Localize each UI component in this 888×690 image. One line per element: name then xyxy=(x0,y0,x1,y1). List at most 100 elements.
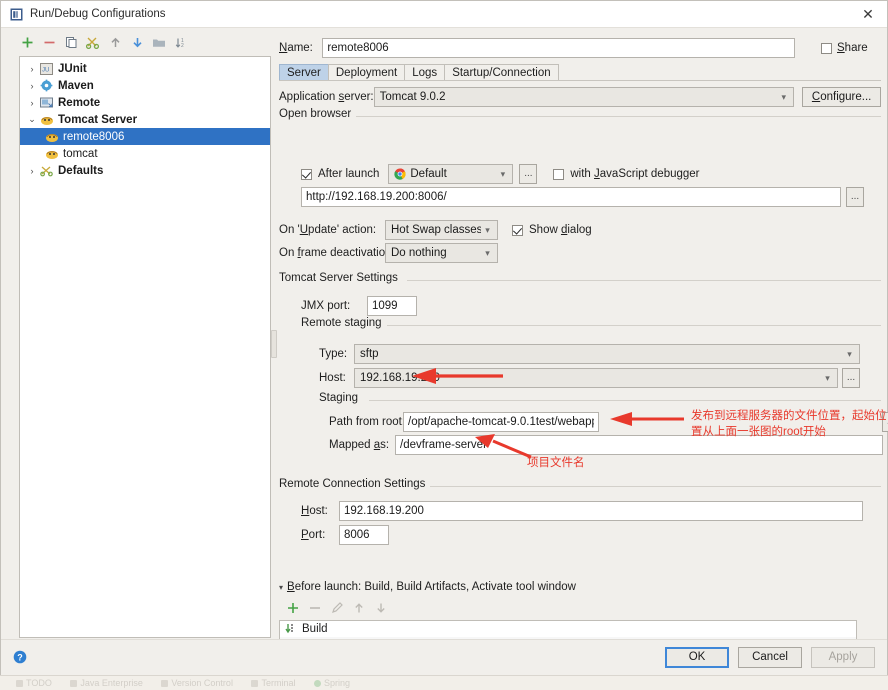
remote-port-row: Port: xyxy=(301,525,389,545)
after-launch-label: After launch xyxy=(318,168,380,180)
chevron-down-icon[interactable]: ▾ xyxy=(496,169,509,180)
status-item-todo[interactable]: TODO xyxy=(16,676,52,690)
tab-startup-connection[interactable]: Startup/Connection xyxy=(444,64,559,81)
add-task-button[interactable] xyxy=(285,600,301,616)
apply-button[interactable]: Apply xyxy=(811,647,875,668)
jmx-port-input[interactable] xyxy=(367,296,417,316)
chevron-down-icon[interactable]: ⌄ xyxy=(25,114,39,125)
edit-task-button[interactable] xyxy=(329,600,345,616)
jmx-port-label: JMX port: xyxy=(301,300,351,312)
status-item-terminal[interactable]: Terminal xyxy=(251,676,295,690)
remote-icon xyxy=(39,96,54,110)
chevron-down-icon[interactable]: ▾ xyxy=(481,248,494,259)
staging-host-label: Host: xyxy=(319,372,346,384)
before-launch-title-rest: efore launch: Build, Build Artifacts, Ac… xyxy=(294,581,576,593)
pane-splitter[interactable] xyxy=(271,30,277,640)
browser-url-input[interactable] xyxy=(301,187,841,207)
chevron-right-icon[interactable]: › xyxy=(25,81,39,91)
move-task-up-button[interactable] xyxy=(351,600,367,616)
copy-configuration-icon[interactable] xyxy=(61,32,81,52)
js-debugger-checkbox[interactable] xyxy=(553,168,565,180)
ok-button[interactable]: OK xyxy=(665,647,729,668)
status-item-spring[interactable]: Spring xyxy=(314,676,350,690)
tab-underline xyxy=(279,80,881,81)
chevron-right-icon[interactable]: › xyxy=(25,98,39,108)
svg-text:2: 2 xyxy=(181,43,184,49)
tree-node-label: Remote xyxy=(58,96,101,109)
browser-combo[interactable]: Default ▾ xyxy=(388,164,514,184)
run-debug-configurations-dialog: Run/Debug Configurations ✕ 1 2 › JU JUni… xyxy=(0,0,888,676)
sort-icon[interactable]: 1 2 xyxy=(171,32,191,52)
tab-server[interactable]: Server xyxy=(279,64,329,81)
spring-icon xyxy=(314,680,321,687)
staging-host-browse-button[interactable]: ... xyxy=(842,368,860,388)
tree-node-label: Maven xyxy=(58,79,94,92)
chevron-down-icon[interactable]: ▾ xyxy=(843,349,856,360)
remote-host-label: Host: xyxy=(301,505,328,517)
before-launch-header[interactable]: ▾ Before launch: Build, Build Artifacts,… xyxy=(279,580,582,594)
chevron-down-icon[interactable]: ▾ xyxy=(821,373,834,384)
ide-status-bar: TODO Java Enterprise Version Control Ter… xyxy=(0,675,888,690)
tomcat-icon xyxy=(44,147,59,161)
move-up-icon[interactable] xyxy=(105,32,125,52)
remote-port-input[interactable] xyxy=(339,525,389,545)
tree-node-tomcat-server[interactable]: ⌄ Tomcat Server xyxy=(20,111,270,128)
application-server-combo[interactable]: Tomcat 9.0.2 ▾ xyxy=(373,87,795,107)
svg-text:JU: JU xyxy=(42,67,49,73)
todo-icon xyxy=(16,680,23,687)
share-checkbox[interactable] xyxy=(821,42,832,54)
help-icon[interactable]: ? xyxy=(13,650,27,664)
update-action-combo[interactable]: Hot Swap classes ▾ xyxy=(385,220,498,240)
application-server-row: Application server: Tomcat 9.0.2 ▾ Confi… xyxy=(279,86,881,108)
tree-node-maven[interactable]: › Maven xyxy=(20,77,270,94)
remove-task-button[interactable] xyxy=(307,600,323,616)
tab-logs[interactable]: Logs xyxy=(404,64,446,81)
remote-host-input[interactable] xyxy=(339,501,863,521)
tree-node-remote8006[interactable]: remote8006 xyxy=(20,128,270,145)
status-item-version-control[interactable]: Version Control xyxy=(161,676,233,690)
path-from-root-input[interactable] xyxy=(403,412,599,432)
tab-deployment[interactable]: Deployment xyxy=(327,64,406,81)
share-checkbox-group[interactable]: Share xyxy=(821,42,881,54)
configurations-pane: 1 2 › JU JUnit › Maven › Remote ⌄ Tomcat… xyxy=(10,30,271,640)
name-input[interactable] xyxy=(322,38,795,58)
move-task-down-button[interactable] xyxy=(373,600,389,616)
chevron-right-icon[interactable]: › xyxy=(25,166,39,176)
chevron-right-icon[interactable]: › xyxy=(25,64,39,74)
frame-deactivation-label: On frame deactivation: xyxy=(279,247,395,259)
remove-configuration-icon[interactable] xyxy=(39,32,59,52)
update-action-row: On 'Update' action: Hot Swap classes ▾ S… xyxy=(279,220,592,240)
url-browse-button[interactable]: ... xyxy=(846,187,864,207)
tree-node-remote[interactable]: › Remote xyxy=(20,94,270,111)
remote-staging-title: Remote staging xyxy=(301,317,387,329)
chevron-down-icon[interactable]: ▾ xyxy=(481,225,494,236)
tree-node-junit[interactable]: › JU JUnit xyxy=(20,60,270,77)
tomcat-icon xyxy=(39,113,54,127)
cancel-button[interactable]: Cancel xyxy=(738,647,802,668)
collapse-arrow-icon[interactable]: ▾ xyxy=(279,583,283,592)
configure-button-rest: onfigure... xyxy=(820,91,872,103)
close-icon[interactable]: ✕ xyxy=(855,2,881,26)
tree-node-tomcat[interactable]: tomcat xyxy=(20,145,270,162)
before-launch-title: Before launch: Build, Build Artifacts, A… xyxy=(287,581,576,593)
chevron-down-icon[interactable]: ▾ xyxy=(777,92,790,103)
scissors-icon[interactable] xyxy=(83,32,103,52)
tree-node-defaults[interactable]: › Defaults xyxy=(20,162,270,179)
configurations-tree[interactable]: › JU JUnit › Maven › Remote ⌄ Tomcat Ser… xyxy=(19,56,271,638)
browser-browse-button[interactable]: ... xyxy=(519,164,538,184)
frame-deactivation-combo[interactable]: Do nothing ▾ xyxy=(385,243,498,263)
build-icon xyxy=(284,623,297,636)
status-item-java-enterprise[interactable]: Java Enterprise xyxy=(70,676,143,690)
after-launch-checkbox[interactable] xyxy=(301,168,312,180)
move-down-icon[interactable] xyxy=(127,32,147,52)
add-configuration-icon[interactable] xyxy=(17,32,37,52)
show-dialog-checkbox[interactable] xyxy=(512,224,523,236)
editor-tabs[interactable]: Server Deployment Logs Startup/Connectio… xyxy=(279,63,559,81)
folder-icon[interactable] xyxy=(149,32,169,52)
list-item[interactable]: Build xyxy=(280,621,856,637)
update-action-label: On 'Update' action: xyxy=(279,224,377,236)
name-row: Name: Share xyxy=(279,38,881,58)
configure-button[interactable]: Configure... xyxy=(802,87,881,107)
splitter-grip[interactable] xyxy=(271,330,277,358)
staging-type-combo[interactable]: sftp ▾ xyxy=(354,344,860,364)
